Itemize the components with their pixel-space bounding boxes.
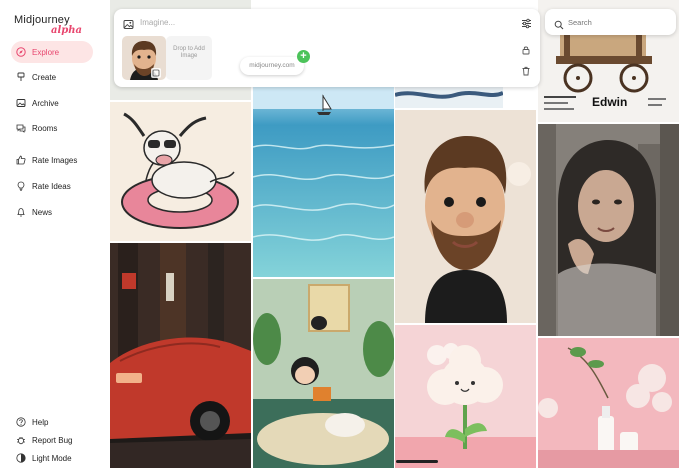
nav-item-explore[interactable]: Explore (11, 41, 93, 63)
nav-label: News (32, 207, 53, 217)
poster-title: Edwin (592, 95, 628, 109)
gallery-image-woman-city[interactable] (538, 124, 679, 336)
logo[interactable]: Midjourney alpha (14, 14, 82, 36)
add-image-button[interactable]: + (297, 50, 310, 63)
bell-icon (16, 207, 26, 217)
image-upload-icon[interactable] (123, 17, 134, 29)
scroll-indicator[interactable] (396, 460, 438, 463)
nav-label: Rate Ideas (32, 181, 71, 191)
nav-item-light-mode[interactable]: Light Mode (11, 447, 93, 468)
gallery-image-reading-girl[interactable] (253, 279, 394, 468)
gallery-image-sea[interactable] (253, 87, 394, 277)
drop-image-zone[interactable]: Drop to Add Image (166, 36, 212, 80)
search-icon (554, 17, 564, 30)
nav-label: Explore (32, 47, 60, 57)
nav-label: Help (32, 417, 49, 427)
image-icon (16, 98, 26, 108)
nav-item-create[interactable]: Create (11, 66, 93, 88)
chat-icon (16, 123, 26, 133)
nav-item-news[interactable]: News (11, 201, 93, 223)
nav-item-archive[interactable]: Archive (11, 92, 93, 114)
gallery-image-felt-man[interactable] (395, 110, 536, 323)
trash-icon[interactable] (521, 63, 531, 76)
prompt-input[interactable] (140, 14, 510, 30)
thumbs-up-icon (16, 155, 26, 165)
nav-label: Rate Images (32, 155, 78, 165)
drop-zone-label: Drop to Add Image (166, 46, 212, 60)
nav-label: Create (32, 72, 57, 82)
sidebar: Midjourney alpha Explore Create Archive … (0, 0, 108, 468)
search-bar (545, 9, 676, 35)
nav-label: Rooms (32, 123, 58, 133)
nav-item-rate-images[interactable]: Rate Images (11, 149, 93, 171)
gallery-image-cosmetics[interactable] (538, 338, 679, 468)
lightbulb-icon (16, 181, 26, 191)
nav-item-rate-ideas[interactable]: Rate Ideas (11, 175, 93, 197)
nav-label: Archive (32, 98, 59, 108)
nav-item-rooms[interactable]: Rooms (11, 117, 93, 139)
gallery-image-cow-float[interactable] (110, 102, 251, 241)
sun-icon (16, 453, 26, 463)
search-input[interactable] (568, 14, 668, 30)
bug-icon (16, 435, 26, 445)
gallery-image-red-car[interactable] (110, 243, 251, 468)
lock-icon[interactable] (521, 42, 531, 55)
help-icon (16, 417, 26, 427)
logo-badge: alpha (51, 25, 83, 36)
gallery-image-cloud-flower[interactable] (395, 325, 536, 468)
url-chip[interactable]: midjourney.com (240, 57, 304, 75)
gallery-image-waves[interactable] (395, 87, 503, 108)
brush-icon (16, 72, 26, 82)
settings-sliders-icon[interactable] (521, 16, 532, 29)
nav-label: Report Bug (32, 435, 73, 445)
nav-label: Light Mode (32, 453, 72, 463)
drop-zone-text: Drop to Add Image (173, 46, 205, 59)
compass-icon (16, 47, 26, 57)
image-prompt-thumbnail[interactable] (122, 36, 166, 80)
